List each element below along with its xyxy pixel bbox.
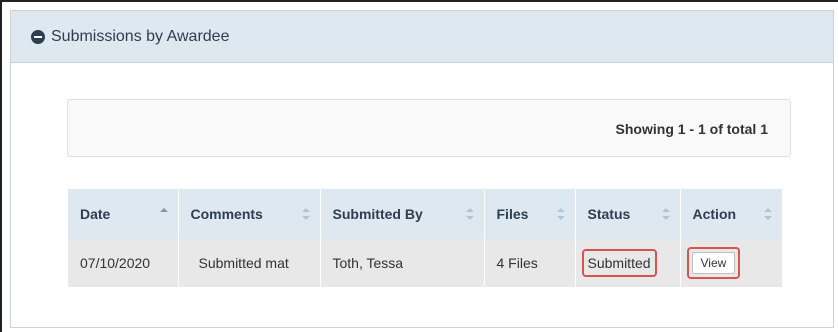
status-badge: Submitted (581, 249, 657, 277)
pagination-bar: Showing 1 - 1 of total 1 (67, 99, 791, 157)
submissions-table: Date Comments Submitted By Files Status (68, 189, 782, 287)
sort-icon[interactable] (465, 208, 474, 220)
column-header-action[interactable]: Action (680, 189, 782, 239)
column-header-comments[interactable]: Comments (178, 189, 321, 239)
view-button-highlight: View (686, 247, 741, 279)
column-header-status[interactable]: Status (575, 189, 681, 239)
cell-submitted-by: Toth, Tessa (320, 239, 485, 287)
minus-circle-icon[interactable] (31, 29, 45, 44)
sort-asc-icon[interactable] (159, 208, 168, 220)
panel-title: Submissions by Awardee (51, 27, 230, 45)
cell-status: Submitted (575, 239, 681, 287)
sort-icon[interactable] (556, 208, 565, 220)
cell-files: 4 Files (484, 239, 576, 287)
table-row: 07/10/2020 Submitted mat Toth, Tessa 4 F… (68, 239, 782, 287)
table-header-row: Date Comments Submitted By Files Status (68, 189, 782, 239)
column-header-date[interactable]: Date (68, 189, 179, 239)
column-header-files[interactable]: Files (484, 189, 576, 239)
showing-count: Showing 1 - 1 of total 1 (615, 121, 768, 137)
sort-icon[interactable] (301, 208, 310, 220)
submissions-panel: Submissions by Awardee Showing 1 - 1 of … (10, 10, 834, 328)
column-header-submitted-by[interactable]: Submitted By (320, 189, 485, 239)
panel-heading[interactable]: Submissions by Awardee (11, 11, 833, 63)
sort-icon[interactable] (764, 208, 772, 220)
sort-icon[interactable] (661, 208, 670, 220)
view-button[interactable]: View (691, 252, 736, 274)
cell-comments: Submitted mat (178, 239, 321, 287)
cell-date: 07/10/2020 (68, 239, 179, 287)
cell-action: View (680, 239, 782, 287)
